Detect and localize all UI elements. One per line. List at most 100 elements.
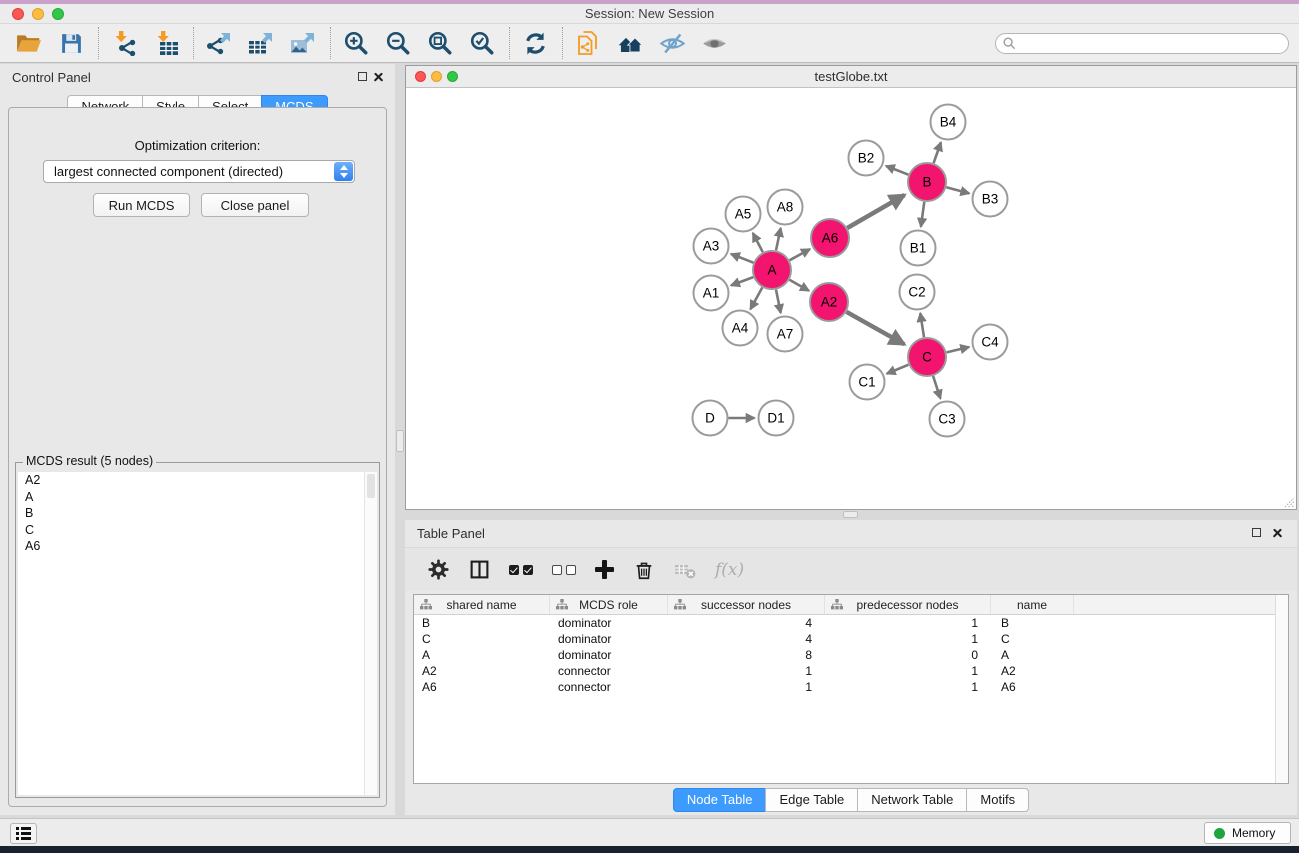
function-builder-button[interactable]: f(x) bbox=[715, 560, 744, 580]
new-network-from-selection-button[interactable] bbox=[573, 27, 603, 59]
graph-edge-A-A8[interactable] bbox=[776, 228, 781, 250]
graph-edge-C-C4[interactable] bbox=[947, 347, 970, 352]
tab-edge-table[interactable]: Edge Table bbox=[765, 788, 858, 812]
table-cell[interactable]: dominator bbox=[550, 632, 668, 646]
table-cell[interactable]: B bbox=[414, 616, 550, 630]
home-button[interactable] bbox=[615, 27, 645, 59]
table-cell[interactable]: A bbox=[991, 648, 1074, 662]
table-scrollbar[interactable] bbox=[1275, 595, 1288, 783]
table-cell[interactable]: 4 bbox=[668, 632, 825, 646]
refresh-button[interactable] bbox=[520, 27, 550, 59]
table-cell[interactable]: C bbox=[414, 632, 550, 646]
open-session-button[interactable] bbox=[14, 27, 44, 59]
horizontal-divider-grip[interactable] bbox=[843, 511, 858, 518]
result-item[interactable]: A2 bbox=[18, 472, 377, 489]
hide-panel-button[interactable] bbox=[657, 27, 687, 59]
float-panel-icon[interactable] bbox=[1252, 528, 1261, 537]
table-cell[interactable]: A2 bbox=[991, 664, 1074, 678]
network-canvas[interactable]: B4B2BB3A8A5A6A3B1AC2A1A2A4A7C4CC1C3DD1 bbox=[406, 89, 1296, 509]
graph-edge-B-B2[interactable] bbox=[886, 166, 908, 175]
table-cell[interactable]: 8 bbox=[668, 648, 825, 662]
delete-column-button[interactable] bbox=[633, 559, 655, 581]
search-input[interactable] bbox=[1020, 36, 1288, 50]
zoom-fit-button[interactable] bbox=[425, 27, 455, 59]
close-panel-icon[interactable] bbox=[1272, 527, 1283, 538]
zoom-out-button[interactable] bbox=[383, 27, 413, 59]
table-cell[interactable]: 1 bbox=[825, 664, 991, 678]
close-window-button[interactable] bbox=[12, 8, 24, 20]
result-item[interactable]: C bbox=[18, 522, 377, 539]
table-row[interactable]: Bdominator41B bbox=[414, 615, 1288, 631]
graph-edge-B-B3[interactable] bbox=[946, 187, 969, 193]
result-item[interactable]: A bbox=[18, 489, 377, 506]
table-cell[interactable]: connector bbox=[550, 664, 668, 678]
graph-edge-A2-C[interactable] bbox=[846, 312, 904, 345]
zoom-window-button[interactable] bbox=[52, 8, 64, 20]
table-cell[interactable]: A2 bbox=[414, 664, 550, 678]
column-header-predecessor-nodes[interactable]: predecessor nodes bbox=[825, 595, 991, 614]
export-image-button[interactable] bbox=[288, 27, 318, 59]
table-cell[interactable]: 4 bbox=[668, 616, 825, 630]
graph-edge-A-A5[interactable] bbox=[753, 233, 763, 252]
network-window-titlebar[interactable]: testGlobe.txt bbox=[406, 66, 1296, 88]
table-cell[interactable]: A6 bbox=[414, 680, 550, 694]
table-cell[interactable]: A6 bbox=[991, 680, 1074, 694]
node-table[interactable]: shared nameMCDS rolesuccessor nodesprede… bbox=[413, 594, 1289, 784]
import-network-button[interactable] bbox=[109, 27, 139, 59]
export-table-button[interactable] bbox=[246, 27, 276, 59]
graph-edge-B-B4[interactable] bbox=[934, 142, 941, 163]
result-item[interactable]: B bbox=[18, 505, 377, 522]
column-header-shared-name[interactable]: shared name bbox=[414, 595, 550, 614]
save-session-button[interactable] bbox=[56, 27, 86, 59]
result-item[interactable]: A6 bbox=[18, 538, 377, 555]
select-all-columns-button[interactable] bbox=[509, 565, 533, 575]
zoom-network-window-button[interactable] bbox=[447, 71, 458, 82]
table-cell[interactable]: connector bbox=[550, 680, 668, 694]
add-column-button[interactable] bbox=[595, 560, 614, 579]
unselect-all-columns-button[interactable] bbox=[552, 565, 576, 575]
graph-edge-A-A4[interactable] bbox=[750, 288, 762, 310]
table-cell[interactable]: A bbox=[414, 648, 550, 662]
show-columns-button[interactable] bbox=[469, 559, 490, 580]
table-cell[interactable]: 1 bbox=[825, 680, 991, 694]
table-cell[interactable]: B bbox=[991, 616, 1074, 630]
graph-edge-A-A6[interactable] bbox=[790, 249, 810, 260]
close-panel-button[interactable]: Close panel bbox=[201, 193, 309, 217]
column-header-MCDS-role[interactable]: MCDS role bbox=[550, 595, 668, 614]
column-header-successor-nodes[interactable]: successor nodes bbox=[668, 595, 825, 614]
optimization-dropdown[interactable]: largest connected component (directed) bbox=[43, 160, 355, 183]
minimize-window-button[interactable] bbox=[32, 8, 44, 20]
table-settings-button[interactable] bbox=[427, 558, 450, 581]
graph-edge-A-A3[interactable] bbox=[731, 254, 753, 263]
search-box[interactable] bbox=[995, 33, 1289, 54]
table-row[interactable]: Cdominator41C bbox=[414, 631, 1288, 647]
graph-edge-A-A1[interactable] bbox=[731, 277, 753, 285]
run-mcds-button[interactable]: Run MCDS bbox=[93, 193, 190, 217]
table-cell[interactable]: C bbox=[991, 632, 1074, 646]
import-table-button[interactable] bbox=[151, 27, 181, 59]
graph-edge-C-C1[interactable] bbox=[887, 365, 909, 374]
result-scrollbar[interactable] bbox=[364, 472, 377, 795]
tab-node-table[interactable]: Node Table bbox=[673, 788, 767, 812]
memory-button[interactable]: Memory bbox=[1204, 822, 1291, 844]
close-network-window-button[interactable] bbox=[415, 71, 426, 82]
scrollbar-thumb[interactable] bbox=[367, 474, 375, 498]
table-row[interactable]: A2connector11A2 bbox=[414, 663, 1288, 679]
zoom-selected-button[interactable] bbox=[467, 27, 497, 59]
column-header-name[interactable]: name bbox=[991, 595, 1074, 614]
tab-network-table[interactable]: Network Table bbox=[857, 788, 967, 812]
table-cell[interactable]: 0 bbox=[825, 648, 991, 662]
close-panel-icon[interactable] bbox=[373, 71, 384, 82]
mcds-result-list[interactable]: A2ABCA6 bbox=[18, 472, 377, 795]
table-cell[interactable]: 1 bbox=[668, 664, 825, 678]
table-row[interactable]: Adominator80A bbox=[414, 647, 1288, 663]
graph-edge-C-C2[interactable] bbox=[920, 313, 924, 337]
table-cell[interactable]: dominator bbox=[550, 616, 668, 630]
float-panel-icon[interactable] bbox=[358, 72, 367, 81]
network-graph[interactable]: B4B2BB3A8A5A6A3B1AC2A1A2A4A7C4CC1C3DD1 bbox=[406, 89, 1296, 510]
graph-edge-A6-B[interactable] bbox=[847, 195, 904, 228]
table-cell[interactable]: 1 bbox=[825, 616, 991, 630]
zoom-in-button[interactable] bbox=[341, 27, 371, 59]
table-cell[interactable]: 1 bbox=[825, 632, 991, 646]
window-resize-grip[interactable] bbox=[1283, 496, 1295, 508]
